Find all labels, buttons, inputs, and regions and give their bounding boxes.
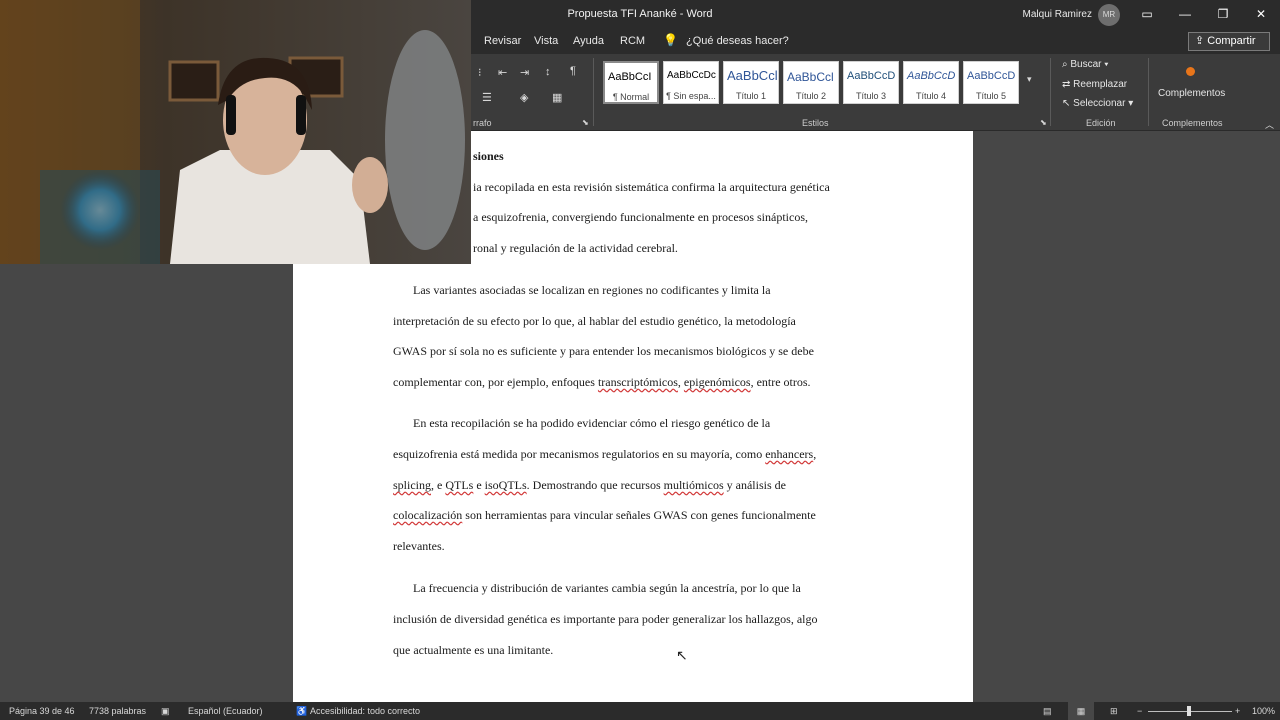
section-heading: siones <box>473 149 504 163</box>
tab-revisar[interactable]: Revisar <box>484 35 521 47</box>
share-label: Compartir <box>1207 35 1256 47</box>
user-name[interactable]: Malqui Ramirez <box>1023 9 1092 20</box>
style-normal[interactable]: AaBbCcI ¶ Normal <box>603 61 659 104</box>
page-count[interactable]: Página 39 de 46 <box>9 706 75 716</box>
sort-icon[interactable]: ↕ <box>545 66 551 78</box>
decrease-indent-icon[interactable]: ⇤ <box>498 66 507 79</box>
line-spacing-icon[interactable]: ☰ <box>482 91 492 104</box>
paragraph-line: complementar con, por ejemplo, enfoques … <box>393 375 811 389</box>
share-button[interactable]: ⇪ Compartir <box>1188 32 1270 51</box>
paragraph-launcher-icon[interactable]: ⬊ <box>582 118 589 127</box>
find-button[interactable]: ⌕ Buscar ▾ <box>1062 59 1109 70</box>
divider <box>1148 58 1149 126</box>
avatar[interactable]: MR <box>1098 4 1120 26</box>
increase-indent-icon[interactable]: ⇥ <box>520 66 529 79</box>
minimize-icon[interactable]: — <box>1166 0 1204 30</box>
misspelled-word: colocalización <box>393 508 463 522</box>
addins-group-label: Complementos <box>1162 118 1223 128</box>
web-layout-icon[interactable]: ⊞ <box>1110 706 1118 717</box>
accessibility-status[interactable]: Accesibilidad: todo correcto <box>310 706 420 716</box>
select-button[interactable]: ↖ Seleccionar ▾ <box>1062 98 1133 109</box>
paragraph-line: relevantes. <box>393 539 445 553</box>
status-bar: Página 39 de 46 7738 palabras ▣ Español … <box>0 702 1280 720</box>
multilevel-list-icon[interactable]: ⁝ <box>478 66 482 79</box>
paragraph-group-label: rrafo <box>473 118 492 128</box>
misspelled-word: enhancers <box>765 447 814 461</box>
styles-more-icon[interactable]: ▾ <box>1027 74 1032 85</box>
proofing-icon[interactable]: ▣ <box>161 706 170 717</box>
tell-me-search[interactable]: ¿Qué deseas hacer? <box>686 35 789 47</box>
misspelled-word: transcriptómicos <box>597 375 678 389</box>
zoom-level[interactable]: 100% <box>1252 706 1275 716</box>
paragraph-line: La frecuencia y distribución de variante… <box>413 581 801 595</box>
paragraph-line: esquizofrenia está medida por mecanismos… <box>393 447 817 461</box>
word-count[interactable]: 7738 palabras <box>89 706 146 716</box>
pilcrow-icon[interactable]: ¶ <box>570 65 576 77</box>
word-window: Propuesta TFI Ananké - Word Malqui Ramir… <box>0 0 1280 720</box>
zoom-slider-thumb[interactable] <box>1187 706 1191 716</box>
styles-group-label: Estilos <box>802 118 829 128</box>
style-titulo-4[interactable]: AaBbCcD Título 4 <box>903 61 959 104</box>
paragraph-line: Las variantes asociadas se localizan en … <box>413 283 771 297</box>
tab-vista[interactable]: Vista <box>534 35 558 47</box>
paragraph-line: interpretación de su efecto por lo que, … <box>393 314 796 328</box>
paragraph-line: que actualmente es una limitante. <box>393 643 554 657</box>
replace-button[interactable]: ⇄ Reemplazar <box>1062 79 1127 90</box>
zoom-out-icon[interactable]: − <box>1137 706 1142 716</box>
paragraph-line: splicing, e QTLs e isoQTLs. Demostrando … <box>393 478 786 492</box>
styles-launcher-icon[interactable]: ⬊ <box>1040 118 1047 127</box>
ribbon-display-icon[interactable]: ▭ <box>1128 0 1166 30</box>
share-icon: ⇪ <box>1195 35 1208 47</box>
tab-rcm[interactable]: RCM <box>620 35 645 47</box>
paragraph-line: a esquizofrenia, convergiendo funcionalm… <box>473 210 808 224</box>
read-mode-icon[interactable]: ▤ <box>1043 706 1052 717</box>
addins-icon[interactable] <box>1186 67 1195 76</box>
language-indicator[interactable]: Español (Ecuador) <box>188 706 263 716</box>
style-titulo-5[interactable]: AaBbCcD Título 5 <box>963 61 1019 104</box>
restore-icon[interactable]: ❐ <box>1204 0 1242 30</box>
lightbulb-icon: 💡 <box>663 33 678 47</box>
mouse-pointer-icon: ↖ <box>676 647 688 663</box>
paragraph-line: GWAS por sí sola no es suficiente y para… <box>393 344 814 358</box>
paragraph-line: inclusión de diversidad genética es impo… <box>393 612 818 626</box>
tab-ayuda[interactable]: Ayuda <box>573 35 604 47</box>
misspelled-word: epigenómicos <box>683 375 751 389</box>
borders-icon[interactable]: ▦ <box>552 91 562 104</box>
editing-group-label: Edición <box>1086 118 1116 128</box>
misspelled-word: isoQTLs <box>484 478 527 492</box>
paragraph-line: ronal y regulación de la actividad cereb… <box>473 241 678 255</box>
close-icon[interactable]: ✕ <box>1242 0 1280 30</box>
paragraph-line: ia recopilada en esta revisión sistemáti… <box>473 180 830 194</box>
style-titulo-2[interactable]: AaBbCcl Título 2 <box>783 61 839 104</box>
misspelled-word: QTLs <box>445 478 474 492</box>
misspelled-word: multiómicos <box>663 478 724 492</box>
paragraph-line: colocalización son herramientas para vin… <box>393 508 816 522</box>
style-titulo-1[interactable]: AaBbCcl Título 1 <box>723 61 779 104</box>
addins-button[interactable]: Complementos <box>1158 88 1225 99</box>
divider <box>593 58 594 126</box>
shading-icon[interactable]: ◈ <box>520 91 528 104</box>
divider <box>1050 58 1051 126</box>
webcam-feed <box>0 0 471 264</box>
webcam-overlay <box>0 0 471 264</box>
style-sin-espaciado[interactable]: AaBbCcDc ¶ Sin espa... <box>663 61 719 104</box>
collapse-ribbon-icon[interactable]: ︿ <box>1265 118 1274 131</box>
paragraph-line: En esta recopilación se ha podido eviden… <box>413 416 771 430</box>
pointer-icon: ↖ <box>1062 98 1074 109</box>
style-titulo-3[interactable]: AaBbCcD Título 3 <box>843 61 899 104</box>
misspelled-word: splicing <box>393 478 431 492</box>
accessibility-icon: ♿ <box>296 706 308 716</box>
replace-icon: ⇄ <box>1062 79 1074 90</box>
zoom-in-icon[interactable]: + <box>1235 706 1240 716</box>
print-layout-icon[interactable]: ▦ <box>1068 702 1094 720</box>
